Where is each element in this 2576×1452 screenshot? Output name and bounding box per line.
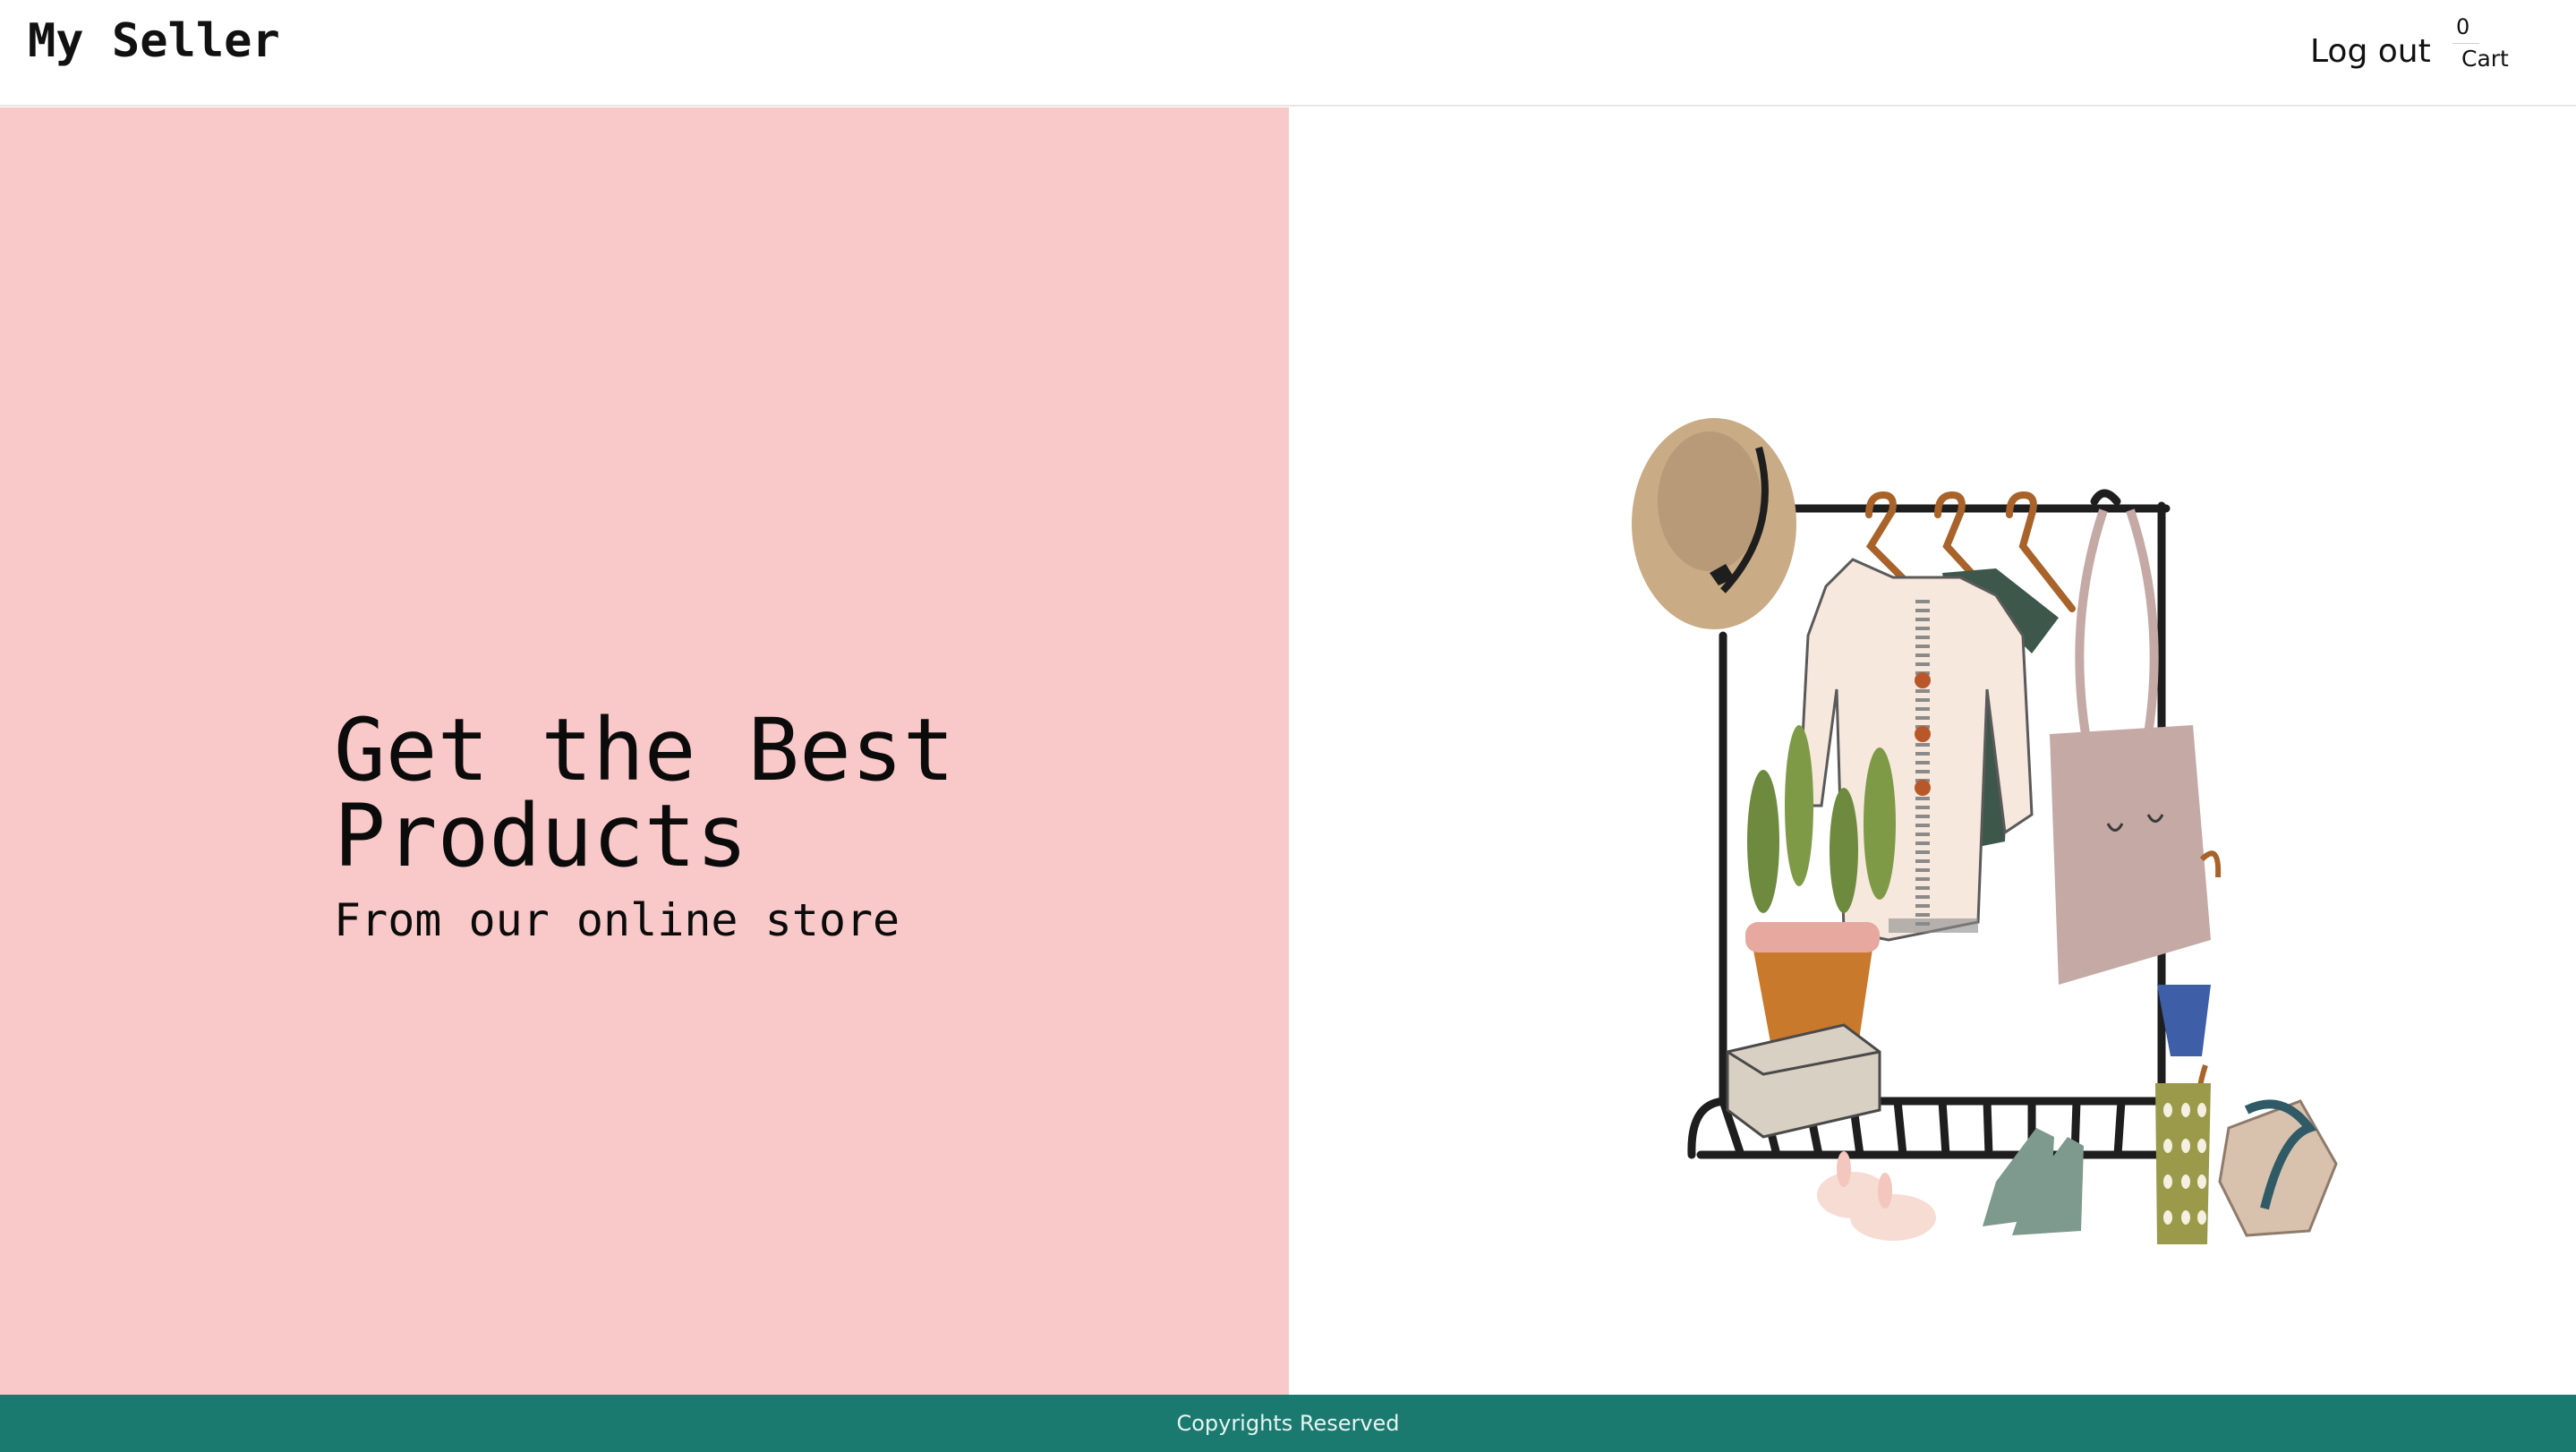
- boots-icon: [1983, 1128, 2084, 1235]
- cart-divider: [2452, 43, 2479, 44]
- cart-button[interactable]: 0 Cart: [2451, 13, 2512, 75]
- tote-bag-icon: [2050, 508, 2211, 985]
- hero-title: Get the Best Products: [334, 700, 955, 886]
- hero-image-panel: [1289, 107, 2576, 1395]
- hat-icon: [1632, 418, 1796, 629]
- cart-label: Cart: [2461, 46, 2509, 72]
- top-navbar: My Seller Log out 0 Cart: [0, 0, 2576, 107]
- brand-logo[interactable]: My Seller: [28, 11, 280, 72]
- copyright-text: Copyrights Reserved: [1176, 1411, 1400, 1436]
- hero-subtitle: From our online store: [334, 894, 900, 946]
- basket-icon: [2218, 1099, 2338, 1237]
- logout-link[interactable]: Log out: [2310, 30, 2431, 73]
- clothes-rack-illustration: [1632, 418, 2338, 1244]
- page-footer: Copyrights Reserved: [0, 1395, 2576, 1452]
- slippers-icon: [1817, 1151, 1936, 1241]
- cart-count-badge: 0: [2456, 14, 2470, 39]
